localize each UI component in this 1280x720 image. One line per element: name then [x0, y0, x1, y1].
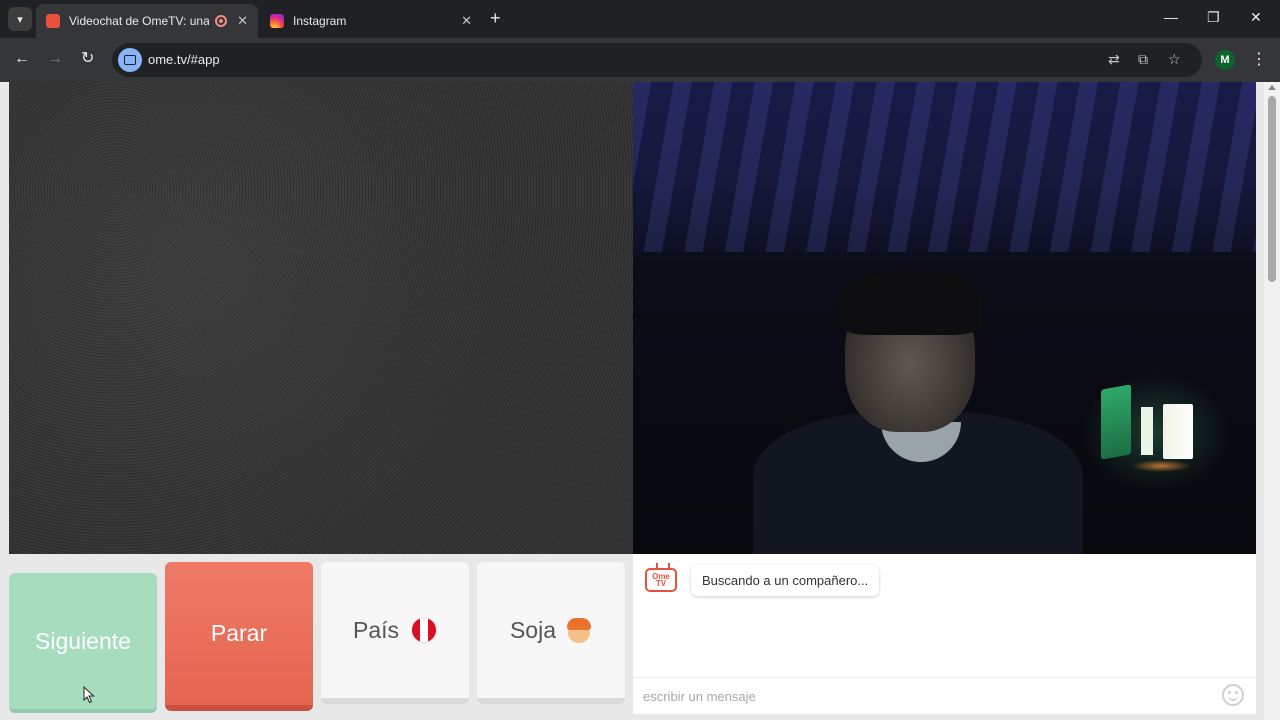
tab-instagram[interactable]: Instagram ✕	[260, 4, 482, 38]
reload-icon[interactable]: ↻	[81, 50, 94, 68]
gender-label: Soja	[509, 616, 557, 643]
tab-strip: ▾ Videochat de OmeTV: una a ✕ Instagram …	[0, 0, 1280, 38]
restore-button[interactable]: ❐	[1207, 9, 1220, 26]
tab-title: Videochat de OmeTV: una a	[69, 14, 210, 28]
install-app-icon[interactable]: ⧉	[1138, 51, 1148, 68]
back-icon[interactable]: ←	[14, 50, 30, 68]
tab-title: Instagram	[293, 14, 347, 28]
page-scrollbar[interactable]	[1264, 82, 1280, 720]
stop-label: Parar	[210, 620, 268, 646]
minimize-button[interactable]: —	[1164, 9, 1178, 25]
stop-button[interactable]: Parar	[165, 562, 313, 711]
mouse-cursor-icon	[83, 686, 95, 704]
status-message: Buscando a un compañero...	[691, 565, 880, 596]
new-tab-button[interactable]: +	[490, 9, 501, 27]
green-lamp	[1081, 372, 1231, 492]
boy-face-icon	[566, 617, 592, 643]
scroll-up-arrow-icon[interactable]	[1268, 85, 1276, 90]
person-hair	[838, 270, 983, 335]
logo-text: Ome TV	[652, 572, 670, 588]
forward-icon[interactable]: →	[47, 50, 63, 68]
site-info-icon[interactable]	[118, 48, 142, 72]
browser-menu-icon[interactable]: ⋮	[1251, 49, 1267, 69]
next-label: Siguiente	[35, 627, 131, 654]
self-camera-video	[633, 82, 1256, 554]
gender-button[interactable]: Soja	[477, 562, 625, 704]
recording-icon	[215, 15, 228, 27]
partner-video-static	[9, 82, 633, 554]
emoji-icon[interactable]	[1222, 684, 1244, 706]
bookmark-star-icon[interactable]: ☆	[1168, 51, 1181, 68]
close-tab-icon[interactable]: ✕	[461, 13, 472, 29]
close-tab-icon[interactable]: ✕	[237, 13, 248, 29]
address-bar[interactable]: ome.tv/#app ⇄ ⧉ ☆	[112, 43, 1202, 77]
chat-panel: Ome TV Buscando a un compañero...	[633, 554, 1256, 714]
country-label: País	[352, 616, 400, 643]
close-window-button[interactable]: ✕	[1250, 9, 1262, 26]
background-curtain	[633, 82, 1256, 252]
translate-icon[interactable]: ⇄	[1108, 51, 1120, 68]
browser-toolbar: ← → ↻ ome.tv/#app ⇄ ⧉ ☆ M ⋮	[0, 38, 1280, 82]
tab-ometv[interactable]: Videochat de OmeTV: una a ✕	[36, 4, 258, 38]
country-button[interactable]: País	[321, 562, 469, 704]
peru-flag-icon	[411, 617, 438, 643]
chat-input-bar	[633, 677, 1256, 713]
tab-search-dropdown-icon[interactable]: ▾	[8, 7, 32, 31]
url-text[interactable]: ome.tv/#app	[148, 52, 220, 67]
instagram-favicon-icon	[270, 14, 284, 28]
ometv-app: Siguiente Parar País Soja Ome TV Buscand…	[0, 82, 1280, 720]
message-input[interactable]	[643, 686, 1203, 706]
scroll-thumb[interactable]	[1268, 96, 1276, 282]
profile-avatar[interactable]: M	[1215, 50, 1235, 70]
ometv-logo-icon: Ome TV	[645, 568, 677, 592]
ometv-favicon-icon	[46, 14, 60, 28]
